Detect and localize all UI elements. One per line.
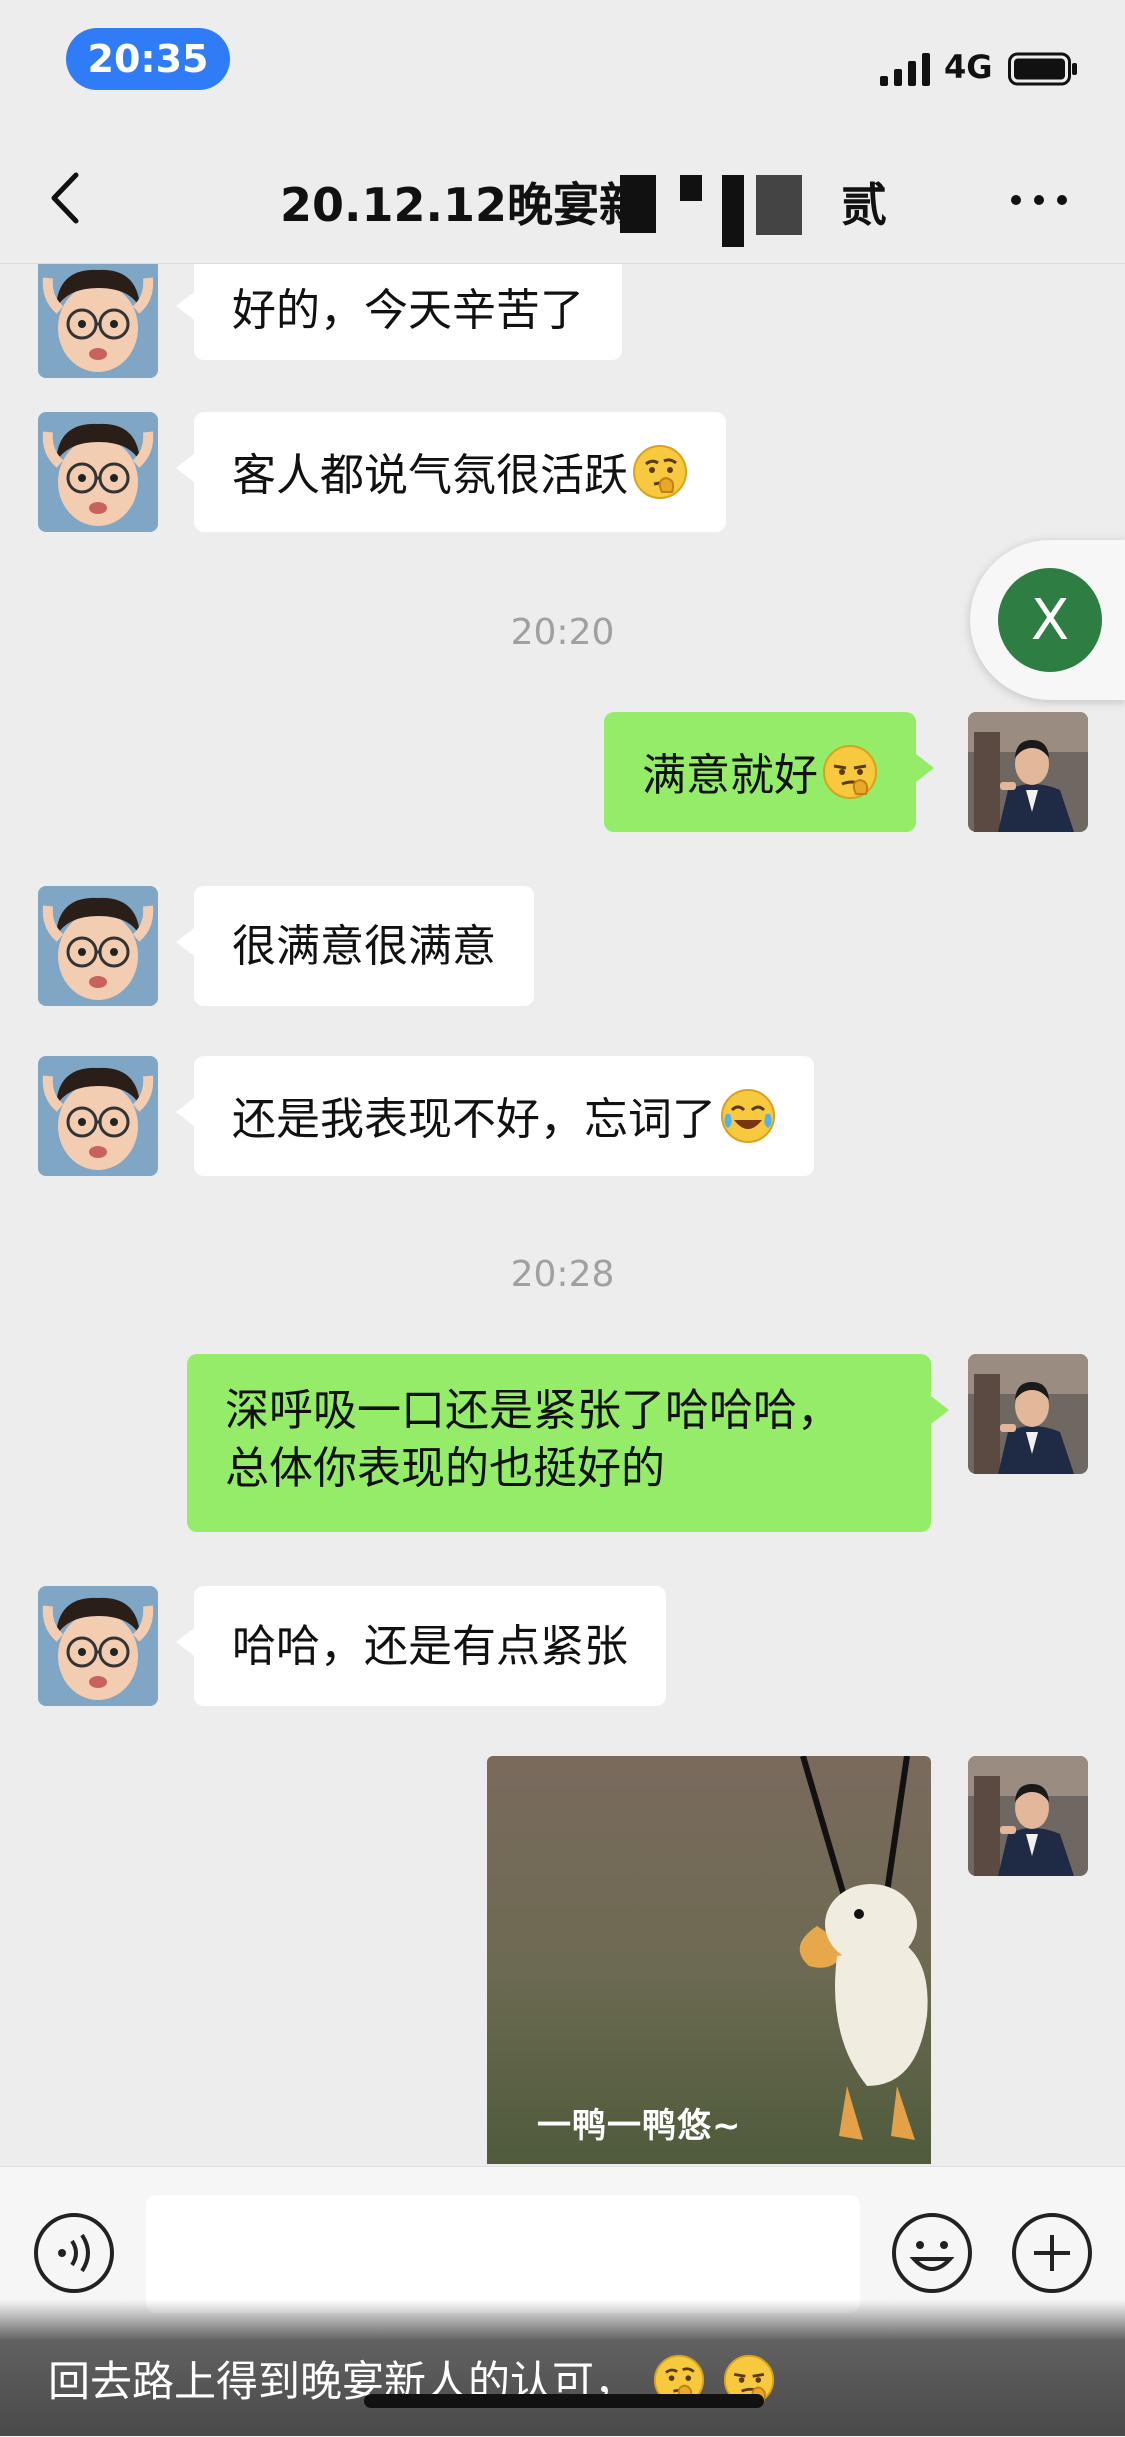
chat-title-tail: 贰 bbox=[841, 178, 887, 232]
contact-avatar[interactable] bbox=[38, 1586, 158, 1706]
more-options-icon[interactable] bbox=[1006, 175, 1072, 225]
plus-more-icon[interactable] bbox=[1010, 2211, 1094, 2295]
emoji-picker-icon[interactable] bbox=[890, 2211, 974, 2295]
thinking-face-icon bbox=[632, 444, 688, 500]
my-avatar[interactable] bbox=[968, 1354, 1088, 1474]
message-text-line: 深呼吸一口还是紧张了哈哈哈， bbox=[225, 1385, 841, 1436]
chat-nav-bar: 20.12.12晚宴新 贰 bbox=[0, 135, 1125, 264]
incoming-message[interactable]: 很满意很满意 bbox=[176, 886, 534, 1006]
sticker-image[interactable]: 一鸭一鸭悠~ bbox=[487, 1756, 931, 2164]
message-text: 很满意很满意 bbox=[232, 921, 496, 972]
message-list[interactable]: 好的，今天辛苦了 客人都说气氛很活跃 20:20 满意就好 很满意很满意 还是我… bbox=[0, 264, 1125, 2164]
message-text: 好的，今天辛苦了 bbox=[232, 285, 584, 336]
network-label: 4G bbox=[944, 48, 993, 86]
message-text: 还是我表现不好，忘词了 bbox=[232, 1094, 716, 1145]
message-text-line: 总体你表现的也挺好的 bbox=[225, 1443, 665, 1494]
redaction-block bbox=[620, 175, 656, 233]
message-timestamp: 20:20 bbox=[510, 612, 615, 653]
smirk-face-icon bbox=[822, 744, 878, 800]
floating-close-button[interactable]: X bbox=[970, 540, 1125, 700]
laughing-tears-icon bbox=[720, 1088, 776, 1144]
voice-input-icon[interactable] bbox=[32, 2211, 116, 2295]
message-text: 满意就好 bbox=[642, 750, 818, 801]
message-text: 客人都说气氛很活跃 bbox=[232, 450, 628, 501]
contact-avatar[interactable] bbox=[38, 412, 158, 532]
home-indicator[interactable] bbox=[364, 2394, 764, 2408]
contact-avatar[interactable] bbox=[38, 1056, 158, 1176]
outgoing-message[interactable]: 深呼吸一口还是紧张了哈哈哈， 总体你表现的也挺好的 bbox=[187, 1354, 949, 1532]
incoming-message[interactable]: 客人都说气氛很活跃 bbox=[176, 412, 726, 532]
outgoing-message[interactable]: 满意就好 bbox=[604, 712, 934, 832]
redaction-block bbox=[680, 175, 702, 201]
battery-icon bbox=[1008, 52, 1077, 86]
signal-icon bbox=[880, 53, 930, 86]
message-timestamp: 20:28 bbox=[510, 1254, 615, 1295]
my-avatar[interactable] bbox=[968, 712, 1088, 832]
incoming-message[interactable]: 哈哈，还是有点紧张 bbox=[176, 1586, 666, 1706]
incoming-message[interactable]: 还是我表现不好，忘词了 bbox=[176, 1056, 814, 1176]
back-arrow-icon[interactable] bbox=[38, 165, 98, 231]
incoming-message[interactable]: 好的，今天辛苦了 bbox=[176, 264, 622, 360]
contact-avatar[interactable] bbox=[38, 264, 158, 378]
my-avatar[interactable] bbox=[968, 1756, 1088, 1876]
status-time: 20:35 bbox=[66, 28, 230, 90]
contact-avatar[interactable] bbox=[38, 886, 158, 1006]
sticker-caption: 一鸭一鸭悠~ bbox=[537, 2106, 742, 2146]
redaction-block bbox=[756, 175, 802, 235]
close-icon[interactable]: X bbox=[998, 568, 1102, 672]
status-bar: 20:35 4G bbox=[0, 0, 1125, 135]
video-caption-overlay: 回去路上得到晚宴新人的认可， bbox=[0, 2300, 1125, 2436]
message-input[interactable] bbox=[146, 2195, 860, 2313]
chat-title-text: 20.12.12晚宴新 bbox=[280, 178, 645, 232]
message-text: 哈哈，还是有点紧张 bbox=[232, 1621, 628, 1672]
redaction-block bbox=[722, 175, 744, 247]
